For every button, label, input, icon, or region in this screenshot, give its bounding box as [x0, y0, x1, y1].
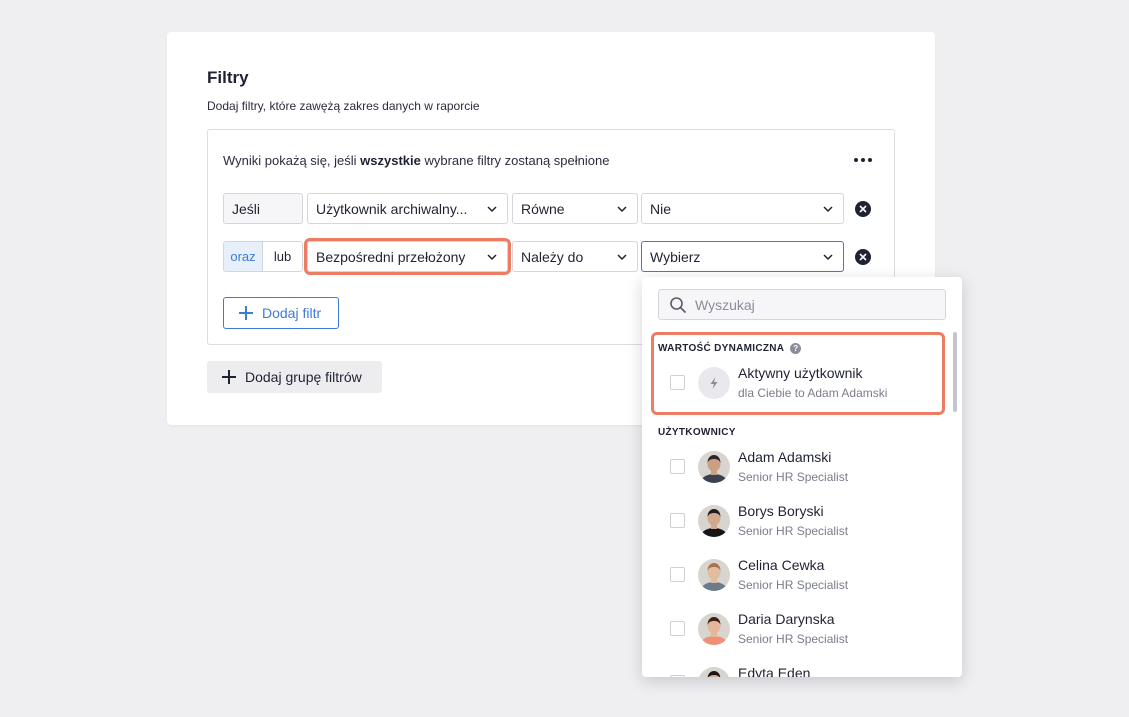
- row1-operator-select[interactable]: Równe: [512, 193, 638, 224]
- user-name: Celina Cewka: [738, 557, 825, 573]
- user-role: Senior HR Specialist: [738, 470, 849, 484]
- avatar: [698, 559, 730, 591]
- dropdown-search: [658, 289, 946, 320]
- group-condition-keyword: wszystkie: [360, 153, 421, 168]
- group-more-menu-icon[interactable]: [853, 152, 873, 168]
- group-condition-text: Wyniki pokażą się, jeśli wszystkie wybra…: [223, 153, 610, 168]
- user-option[interactable]: Adam Adamski Senior HR Specialist: [658, 443, 946, 493]
- user-role: Senior HR Specialist: [738, 632, 849, 646]
- row1-value-select[interactable]: Nie: [641, 193, 844, 224]
- or-option[interactable]: lub: [263, 242, 302, 271]
- avatar: [698, 613, 730, 645]
- avatar: [698, 505, 730, 537]
- option-checkbox[interactable]: [670, 675, 685, 677]
- option-checkbox[interactable]: [670, 513, 685, 528]
- filters-title: Filtry: [207, 68, 249, 87]
- row2-operator-select[interactable]: Należy do: [512, 241, 638, 272]
- option-description: dla Ciebie to Adam Adamski: [738, 386, 888, 400]
- user-option[interactable]: Edyta EdenSenior HR Specialist: [658, 659, 946, 677]
- search-input[interactable]: [695, 296, 935, 313]
- plus-icon: [239, 306, 253, 320]
- row1-connector-label: Jeśli: [223, 193, 303, 224]
- add-filter-group-button[interactable]: Dodaj grupę filtrów: [207, 361, 382, 393]
- filters-subtitle: Dodaj filtry, które zawężą zakres danych…: [207, 99, 480, 113]
- dynamic-section-label: WARTOŚĆ DYNAMICZNA ?: [658, 343, 802, 354]
- and-or-toggle: oraz lub: [223, 241, 303, 272]
- avatar: [698, 451, 730, 483]
- user-name: Borys Boryski: [738, 503, 824, 519]
- row2-value-select[interactable]: Wybierz: [641, 241, 844, 272]
- option-checkbox[interactable]: [670, 567, 685, 582]
- chevron-down-icon: [617, 254, 627, 261]
- dynamic-option-active-user[interactable]: Aktywny użytkownik dla Ciebie to Adam Ad…: [658, 359, 946, 409]
- row2-field-select[interactable]: Bezpośredni przełożony: [307, 241, 508, 272]
- avatar: [698, 667, 730, 677]
- chevron-down-icon: [487, 206, 497, 213]
- user-name: Edyta Eden: [738, 665, 811, 677]
- value-dropdown: WARTOŚĆ DYNAMICZNA ? Aktywny użytkownik …: [642, 277, 962, 677]
- user-role: Senior HR Specialist: [738, 578, 849, 592]
- remove-filter-icon[interactable]: [855, 249, 871, 265]
- dropdown-scrollbar[interactable]: [953, 332, 957, 412]
- chevron-down-icon: [487, 254, 497, 261]
- users-section-label: UŻYTKOWNICY: [658, 427, 736, 438]
- option-checkbox[interactable]: [670, 375, 685, 390]
- user-option[interactable]: Borys Boryski Senior HR Specialist: [658, 497, 946, 547]
- chevron-down-icon: [823, 254, 833, 261]
- user-option[interactable]: Daria Darynska Senior HR Specialist: [658, 605, 946, 655]
- add-filter-button[interactable]: Dodaj filtr: [223, 297, 339, 329]
- chevron-down-icon: [823, 206, 833, 213]
- help-icon[interactable]: ?: [790, 343, 802, 354]
- user-name: Daria Darynska: [738, 611, 835, 627]
- option-name: Aktywny użytkownik: [738, 365, 863, 381]
- user-name: Adam Adamski: [738, 449, 832, 465]
- option-checkbox[interactable]: [670, 459, 685, 474]
- row1-field-select[interactable]: Użytkownik archiwalny...: [307, 193, 508, 224]
- and-option[interactable]: oraz: [224, 242, 264, 271]
- chevron-down-icon: [617, 206, 627, 213]
- option-checkbox[interactable]: [670, 621, 685, 636]
- search-icon: [670, 296, 687, 313]
- user-role: Senior HR Specialist: [738, 524, 849, 538]
- plus-icon: [222, 370, 236, 384]
- lightning-icon: [698, 367, 730, 399]
- remove-filter-icon[interactable]: [855, 201, 871, 217]
- user-option[interactable]: Celina Cewka Senior HR Specialist: [658, 551, 946, 601]
